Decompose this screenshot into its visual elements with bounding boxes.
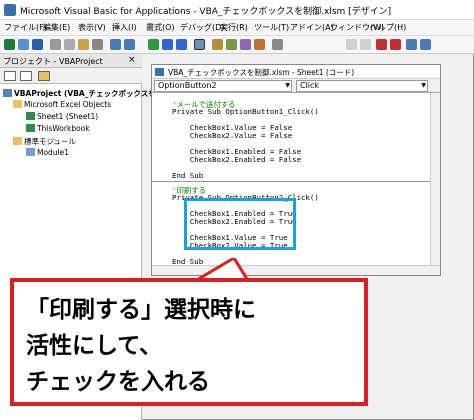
menu-bar: ファイル(F) 編集(E) 表示(V) 挿入(I) 書式(O) デバッグ(D) … <box>0 20 474 36</box>
menu-addins[interactable]: アドイン(A) <box>290 22 334 33</box>
menu-view[interactable]: 表示(V) <box>78 22 106 33</box>
tree-item-standard-modules[interactable]: 標準モジュール <box>13 136 76 147</box>
project-pane-header: プロジェクト - VBAProject × <box>0 54 142 68</box>
tree-item-excel-objects[interactable]: Microsoft Excel Objects <box>13 100 111 109</box>
callout-text: 「印刷する」選択時に 活性にして、 チェックを入れる <box>26 297 256 395</box>
cut-icon[interactable] <box>50 39 61 50</box>
chevron-down-icon: ▼ <box>421 82 426 89</box>
view-code-icon[interactable] <box>4 71 16 81</box>
run-icon[interactable] <box>148 39 159 50</box>
tree-item-thisworkbook[interactable]: ThisWorkbook <box>26 124 90 133</box>
code-window-icon <box>155 68 164 76</box>
code-window-title: VBA_チェックボックスを制御.xlsm - Sheet1 (コード) <box>168 68 355 77</box>
standard-toolbar <box>0 36 474 54</box>
title-bar: Microsoft Visual Basic for Applications … <box>0 0 474 20</box>
view-object-icon[interactable] <box>20 71 32 81</box>
vertical-scrollbar[interactable] <box>430 93 440 265</box>
indent-icon[interactable] <box>346 39 357 50</box>
project-explorer-icon[interactable] <box>212 39 223 50</box>
code-window-titlebar: VBA_チェックボックスを制御.xlsm - Sheet1 (コード) <box>152 65 440 79</box>
object-browser-icon[interactable] <box>240 39 251 50</box>
close-icon[interactable]: × <box>128 55 136 65</box>
project-pane-title: プロジェクト - VBAProject <box>3 57 103 66</box>
chevron-down-icon: ▼ <box>285 82 290 89</box>
workbook-icon <box>26 124 35 132</box>
module-icon <box>26 148 35 156</box>
comment-block-icon[interactable] <box>376 39 387 50</box>
code-line: CheckBox2.Enabled = False <box>172 155 302 164</box>
save-icon[interactable] <box>32 39 43 50</box>
window-title: Microsoft Visual Basic for Applications … <box>20 7 392 17</box>
redo-icon[interactable] <box>124 39 135 50</box>
tree-item-module1[interactable]: Module1 <box>26 148 69 157</box>
reset-icon[interactable] <box>176 39 187 50</box>
object-dropdown[interactable]: OptionButton2 ▼ <box>154 80 292 92</box>
callout-box: 「印刷する」選択時に 活性にして、 チェックを入れる <box>10 278 368 406</box>
excel-view-icon[interactable] <box>4 39 15 50</box>
project-pane-toolbar <box>0 68 142 84</box>
bookmark-icon[interactable] <box>406 39 417 50</box>
code-line: CheckBox2.Value = False <box>172 131 293 140</box>
code-line: End Sub <box>172 171 204 180</box>
uncomment-block-icon[interactable] <box>390 39 401 50</box>
sheet-icon <box>26 112 35 120</box>
folder-icon <box>13 137 22 145</box>
procedure-dropdown[interactable]: Click ▼ <box>296 80 428 92</box>
code-window-selectors: OptionButton2 ▼ Click ▼ <box>152 79 440 93</box>
menu-run[interactable]: 実行(R) <box>220 22 248 33</box>
menu-file[interactable]: ファイル(F) <box>4 22 47 33</box>
project-icon <box>3 89 12 97</box>
code-line: Private Sub OptionButton1_Click() <box>172 107 319 116</box>
menu-help[interactable]: ヘルプ(H) <box>370 22 406 33</box>
menu-insert[interactable]: 挿入(I) <box>112 22 137 33</box>
break-icon[interactable] <box>162 39 173 50</box>
outdent-icon[interactable] <box>360 39 371 50</box>
insert-module-icon[interactable] <box>18 39 29 50</box>
vba-app-icon <box>4 4 16 16</box>
undo-icon[interactable] <box>110 39 121 50</box>
tree-item-sheet1[interactable]: Sheet1 (Sheet1) <box>26 112 98 121</box>
next-bookmark-icon[interactable] <box>420 39 431 50</box>
copy-icon[interactable] <box>64 39 75 50</box>
tree-item-vbaproject[interactable]: VBAProject (VBA_チェックボックスを制 <box>3 88 163 99</box>
procedure-separator <box>152 181 430 182</box>
find-icon[interactable] <box>92 39 103 50</box>
properties-icon[interactable] <box>226 39 237 50</box>
menu-edit[interactable]: 編集(E) <box>43 22 70 33</box>
menu-tools[interactable]: ツール(T) <box>254 22 289 33</box>
folder-icon <box>13 100 22 108</box>
design-mode-icon[interactable] <box>194 39 205 50</box>
paste-icon[interactable] <box>78 39 89 50</box>
code-highlight-box <box>184 198 296 250</box>
toggle-folders-icon[interactable] <box>38 71 50 81</box>
toolbox-icon[interactable] <box>254 39 265 50</box>
menu-debug[interactable]: デバッグ(D) <box>180 22 224 33</box>
callout-annotation: 「印刷する」選択時に 活性にして、 チェックを入れる <box>0 258 474 420</box>
help-icon[interactable] <box>272 39 283 50</box>
menu-format[interactable]: 書式(O) <box>146 22 175 33</box>
